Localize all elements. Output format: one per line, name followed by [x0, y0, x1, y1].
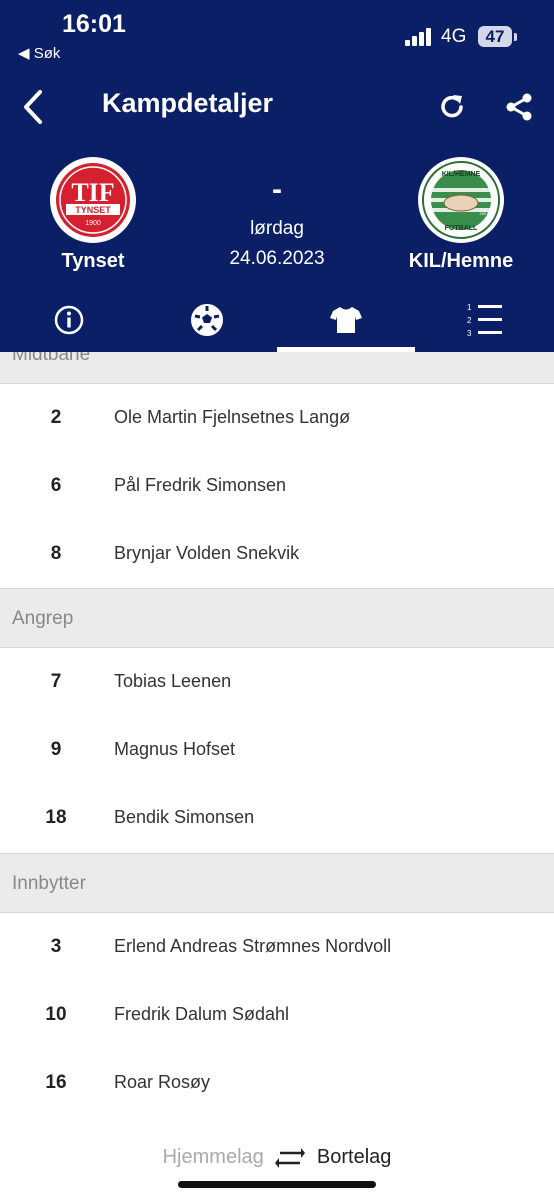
player-number: 8	[50, 543, 62, 564]
player-name: Fredrik Dalum Sødahl	[114, 1004, 290, 1024]
tab-events[interactable]	[138, 292, 276, 348]
player-row[interactable]: 6 Pål Fredrik Simonsen	[0, 452, 554, 520]
crest-bottom-text: FOTBALL	[445, 225, 478, 232]
player-row[interactable]: 9 Magnus Hofset	[0, 716, 554, 784]
back-to-app-link[interactable]: ◀ Søk	[18, 44, 60, 62]
svg-text:1: 1	[467, 303, 472, 312]
tab-standings[interactable]: 1 2 3	[415, 292, 553, 348]
player-name: Erlend Andreas Strømnes Nordvoll	[114, 936, 392, 956]
home-indicator[interactable]	[178, 1181, 376, 1188]
network-label: 4G	[441, 26, 467, 47]
ranked-list-icon: 1 2 3	[467, 303, 502, 338]
player-number: 3	[50, 936, 62, 957]
away-team-logo[interactable]: KIL/HEMNE FOTBALL 2007	[418, 157, 504, 243]
player-number: 6	[50, 475, 62, 496]
status-time: 16:01	[62, 10, 126, 38]
chevron-left-icon[interactable]	[18, 88, 50, 126]
tab-info[interactable]	[0, 292, 138, 348]
kil-hemne-crest-icon: KIL/HEMNE FOTBALL 2007	[422, 161, 500, 239]
player-name: Pål Fredrik Simonsen	[114, 475, 287, 495]
player-row[interactable]: 2 Ole Martin Fjelnsetnes Langø	[0, 384, 554, 452]
player-name: Bendik Simonsen	[114, 807, 255, 827]
active-tab-indicator	[277, 347, 415, 352]
home-team-toggle[interactable]: Hjemmelag	[163, 1146, 264, 1168]
player-row[interactable]: 7 Tobias Leenen	[0, 648, 554, 716]
player-name: Tobias Leenen	[114, 671, 232, 691]
svg-text:3: 3	[467, 329, 472, 338]
crest-top-text: KIL/HEMNE	[442, 171, 481, 178]
info-icon	[54, 305, 84, 335]
player-row[interactable]: 16 Roar Rosøy	[0, 1049, 554, 1117]
section-header-innbytter: Innbytter	[0, 853, 554, 913]
player-number: 10	[45, 1004, 67, 1025]
player-number: 16	[45, 1072, 67, 1093]
away-team-toggle[interactable]: Bortelag	[317, 1146, 392, 1168]
player-name: Roar Rosøy	[114, 1072, 211, 1092]
player-number: 9	[50, 739, 62, 760]
svg-text:2: 2	[467, 316, 472, 325]
player-name: Ole Martin Fjelnsetnes Langø	[114, 407, 351, 427]
football-icon	[191, 304, 223, 336]
player-name: Magnus Hofset	[114, 739, 236, 759]
share-icon[interactable]	[503, 91, 535, 123]
tab-lineup[interactable]	[277, 292, 415, 348]
player-row[interactable]: 8 Brynjar Volden Snekvik	[0, 520, 554, 588]
refresh-icon[interactable]	[436, 91, 468, 123]
jersey-icon	[330, 307, 362, 333]
match-header: 16:01 ◀ Søk 4G 47 Kampdetaljer TIF TYNSE…	[0, 0, 554, 352]
player-row[interactable]: 10 Fredrik Dalum Sødahl	[0, 981, 554, 1049]
signal-icon	[405, 28, 433, 46]
player-row[interactable]: 3 Erlend Andreas Strømnes Nordvoll	[0, 913, 554, 981]
away-team-name[interactable]: KIL/Hemne	[391, 250, 531, 273]
player-number: 7	[50, 671, 62, 692]
battery-tip	[514, 33, 517, 41]
battery-icon: 47	[478, 26, 512, 47]
player-number: 2	[50, 407, 62, 428]
section-header-angrep: Angrep	[0, 588, 554, 648]
crest-year: 2007	[480, 211, 490, 216]
swap-arrows-icon[interactable]	[275, 1147, 306, 1169]
player-name: Brynjar Volden Snekvik	[114, 543, 300, 563]
player-row[interactable]: 18 Bendik Simonsen	[0, 784, 554, 852]
page-title: Kampdetaljer	[102, 88, 274, 118]
team-switcher[interactable]: Hjemmelag Bortelag	[0, 1146, 554, 1169]
player-number: 18	[45, 807, 67, 828]
